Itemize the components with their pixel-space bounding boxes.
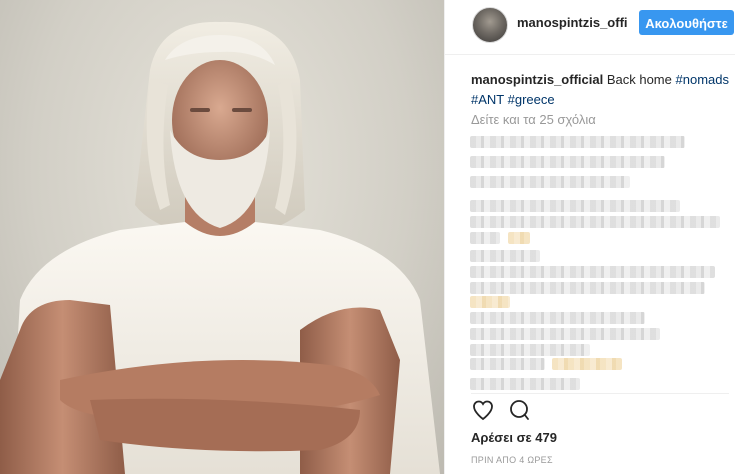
- blurred-comment-line: [470, 156, 665, 168]
- blurred-comment-line: [470, 312, 645, 324]
- caption-text: Back home: [606, 72, 672, 87]
- blurred-comment-line: [470, 136, 685, 148]
- blurred-comment-line: [470, 378, 580, 390]
- blurred-comment-line: [552, 358, 622, 370]
- comments-list: [470, 136, 734, 394]
- blurred-comment-line: [470, 176, 630, 188]
- blurred-comment-line: [508, 232, 530, 244]
- blurred-comment-line: [470, 358, 545, 370]
- header-username[interactable]: manospintzis_offi: [517, 15, 628, 30]
- actions-divider: [471, 393, 729, 394]
- likes-count[interactable]: Αρέσει σε 479: [471, 430, 557, 445]
- post-caption: manospintzis_official Back home #nomads …: [471, 70, 729, 110]
- blurred-comment-line: [470, 328, 660, 340]
- blurred-comment-line: [470, 216, 720, 228]
- avatar[interactable]: [472, 7, 508, 43]
- caption-author[interactable]: manospintzis_official: [471, 72, 603, 87]
- blurred-comment-line: [470, 266, 715, 278]
- post-sidebar: manospintzis_offi Ακολουθήστε manospintz…: [445, 0, 735, 474]
- post-header: manospintzis_offi Ακολουθήστε: [445, 0, 735, 55]
- hashtag-ant[interactable]: #ANT: [471, 92, 504, 107]
- view-all-comments-link[interactable]: Δείτε και τα 25 σχόλια: [471, 112, 596, 127]
- blurred-comment-line: [470, 232, 500, 244]
- blurred-comment-line: [470, 250, 540, 262]
- comment-icon[interactable]: [507, 398, 531, 422]
- heart-icon[interactable]: [471, 398, 495, 422]
- blurred-comment-line: [470, 344, 590, 356]
- post-image[interactable]: [0, 0, 444, 474]
- portrait-illustration: [0, 21, 440, 474]
- hashtag-nomads[interactable]: #nomads: [676, 72, 729, 87]
- blurred-comment-line: [470, 200, 680, 212]
- follow-button[interactable]: Ακολουθήστε: [639, 10, 734, 35]
- post-timestamp[interactable]: ΠΡΙΝ ΑΠΟ 4 ΩΡΕΣ: [471, 455, 553, 465]
- post-actions: [471, 398, 729, 426]
- blurred-comment-line: [470, 296, 510, 308]
- hashtag-greece[interactable]: #greece: [508, 92, 555, 107]
- blurred-comment-line: [470, 282, 705, 294]
